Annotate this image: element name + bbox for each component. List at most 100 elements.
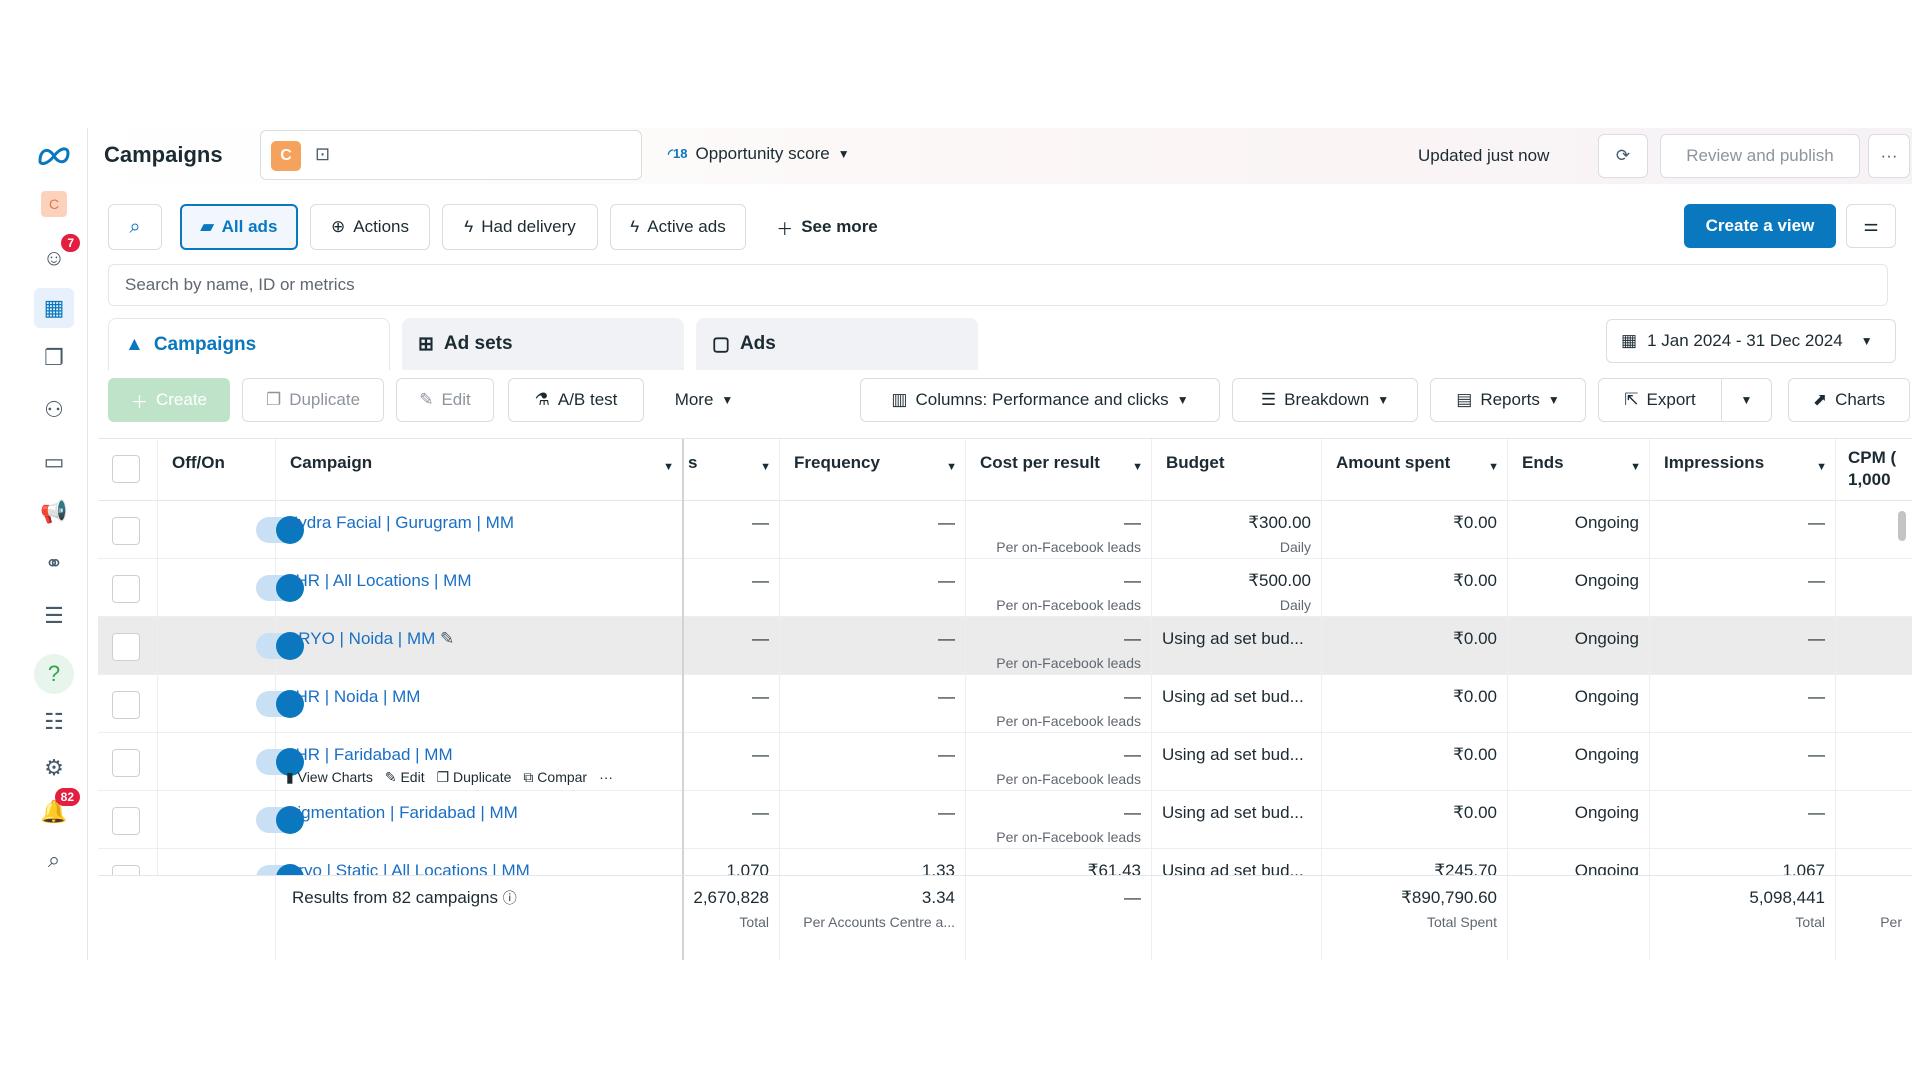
header-budget[interactable]: Budget [1152,439,1322,501]
edit-button[interactable]: ✎ Edit [396,378,494,422]
opportunity-score[interactable]: ◜18 Opportunity score ▼ [668,144,850,164]
breakdown-selector[interactable]: ☰ Breakdown ▼ [1232,378,1418,422]
table-row[interactable]: LHR | Noida | MM — — — Per on-Facebook leads… [98,675,1912,733]
row-checkbox[interactable] [112,575,140,603]
header-cpm[interactable]: CPM (1,000 [1836,439,1912,501]
header-campaign[interactable]: Campaign ▼ [276,439,684,501]
row-compare-link[interactable]: ⧉ Compar [523,769,587,786]
header-ends[interactable]: Ends ▼ [1508,439,1650,501]
billing-card-icon[interactable]: ▭ [34,442,74,482]
notifications-icon[interactable]: ☺ 7 [34,234,80,278]
see-more-filters[interactable]: ＋ See more [760,204,894,250]
header-impressions[interactable]: Impressions ▼ [1650,439,1836,501]
duplicate-icon: ❐ [436,769,450,785]
table-row[interactable]: LHR | Faridabad | MM ▮ View Charts ✎ Edit ❐… [98,733,1912,791]
header-off-on[interactable]: Off/On [158,439,276,501]
campaign-name-link[interactable]: LHR | Faridabad | MM [286,745,453,764]
create-view-button[interactable]: Create a view [1684,204,1836,248]
reports-selector[interactable]: ▤ Reports ▼ [1430,378,1586,422]
cpr-value: — [1124,571,1141,590]
tab-ads[interactable]: ▢ Ads [696,318,978,370]
export-dropdown[interactable]: ▼ [1722,378,1772,422]
row-checkbox[interactable] [112,517,140,545]
alerts-bell-icon[interactable]: 🔔 82 [34,788,80,832]
row-duplicate-link[interactable]: ❐ Duplicate [437,769,512,786]
header-results[interactable]: s ▼ [684,439,780,501]
megaphone-icon[interactable]: 📢 [34,492,74,532]
filter-all-ads[interactable]: ▰ All ads [180,204,298,250]
search-input[interactable]: Search by name, ID or metrics [108,264,1888,306]
account-avatar[interactable]: C [34,184,74,224]
info-icon[interactable]: ⓘ [503,890,517,906]
more-actions-button[interactable]: More ▼ [656,378,752,422]
select-all-checkbox[interactable] [112,455,140,483]
table-row[interactable]: Hydra Facial | Gurugram | MM — — — Per on-Fa… [98,501,1912,559]
audiences-icon[interactable]: ⚇ [34,390,74,430]
tab-campaigns[interactable]: ▲ Campaigns [108,318,390,370]
header-cost-per-result[interactable]: Cost per result ▼ [966,439,1152,501]
footer-budget [1152,876,1322,960]
edit-label: Edit [441,390,471,409]
filter-had-delivery[interactable]: ϟ Had delivery [442,204,598,250]
cpr-cell: — Per on-Facebook leads [966,501,1152,559]
refresh-icon: ⟳ [1615,146,1631,165]
row-more-button[interactable]: ··· [599,769,613,786]
account-selector[interactable]: C ⊡ [260,130,642,180]
business-network-icon[interactable]: ⚭ [34,544,74,584]
campaigns-grid-icon[interactable]: ▦ [34,288,74,328]
search-toggle-button[interactable]: ⌕ [108,204,162,250]
row-checkbox[interactable] [112,749,140,777]
cpm-cell [1836,675,1912,733]
header-amount-spent[interactable]: Amount spent ▼ [1322,439,1508,501]
campaign-name-link[interactable]: Hydra Facial | Gurugram | MM [286,513,514,532]
tab-ad-sets[interactable]: ⊞ Ad sets [402,318,684,370]
pages-icon[interactable]: ❐ [34,338,74,378]
row-checkbox[interactable] [112,691,140,719]
meta-logo-icon[interactable] [34,136,74,176]
row-toggle-cell [158,733,304,791]
account-letter: C [41,191,67,217]
row-select-cell [98,617,158,675]
review-publish-button[interactable]: Review and publish [1660,134,1860,178]
campaign-name-link[interactable]: LHR | Noida | MM [286,687,420,706]
row-checkbox[interactable] [112,807,140,835]
export-button[interactable]: ⇱ Export [1598,378,1722,422]
results-cell: — [684,733,780,791]
impressions-cell: — [1650,617,1836,675]
header-frequency[interactable]: Frequency ▼ [780,439,966,501]
columns-selector[interactable]: ▥ Columns: Performance and clicks ▼ [860,378,1220,422]
row-edit-link[interactable]: ✎ Edit [385,769,425,786]
sort-icon: ▼ [663,461,674,473]
table-row[interactable]: Pigmentation | Faridabad | MM — — — Per on-F… [98,791,1912,849]
create-button[interactable]: ＋ Create [108,378,230,422]
create-label: Create [155,390,208,409]
news-icon[interactable]: ☷ [34,702,74,742]
date-range-picker[interactable]: ▦ 1 Jan 2024 - 31 Dec 2024 ▼ [1606,319,1896,363]
help-icon[interactable]: ? [34,654,74,694]
cpr-cell: — Per on-Facebook leads [966,559,1152,617]
filter-active-ads[interactable]: ϟ Active ads [610,204,746,250]
view-charts-link[interactable]: ▮ View Charts [286,769,373,786]
row-checkbox[interactable] [112,633,140,661]
campaign-name-link[interactable]: Pigmentation | Faridabad | MM [286,803,518,822]
menu-icon[interactable]: ☰ [34,596,74,636]
table-scrollbar[interactable] [1898,511,1906,541]
results-cell: — [684,559,780,617]
pencil-icon[interactable]: ✎ [440,629,454,648]
page-title: Campaigns [104,142,223,167]
spent-cell: ₹0.00 [1322,791,1508,849]
cpr-value: — [1124,629,1141,648]
ab-test-button[interactable]: ⚗ A/B test [508,378,644,422]
filter-actions[interactable]: ⊕ Actions [310,204,430,250]
charts-button[interactable]: ⬈ Charts [1788,378,1910,422]
campaign-name-link[interactable]: CRYO | Noida | MM [286,629,435,648]
table-row[interactable]: LHR | All Locations | MM — — — Per on-Facebo… [98,559,1912,617]
search-icon[interactable]: ⌕ [34,840,74,880]
campaign-name-link[interactable]: LHR | All Locations | MM [286,571,472,590]
refresh-button[interactable]: ⟳ [1598,134,1648,178]
table-row[interactable]: CRYO | Noida | MM ✎ — — — Per on-Facebook le… [98,617,1912,675]
settings-gear-icon[interactable]: ⚙ [34,748,74,788]
duplicate-button[interactable]: ❐ Duplicate [242,378,384,422]
more-options-button[interactable]: ··· [1868,134,1910,178]
view-settings-button[interactable]: ⚌ [1846,204,1896,248]
